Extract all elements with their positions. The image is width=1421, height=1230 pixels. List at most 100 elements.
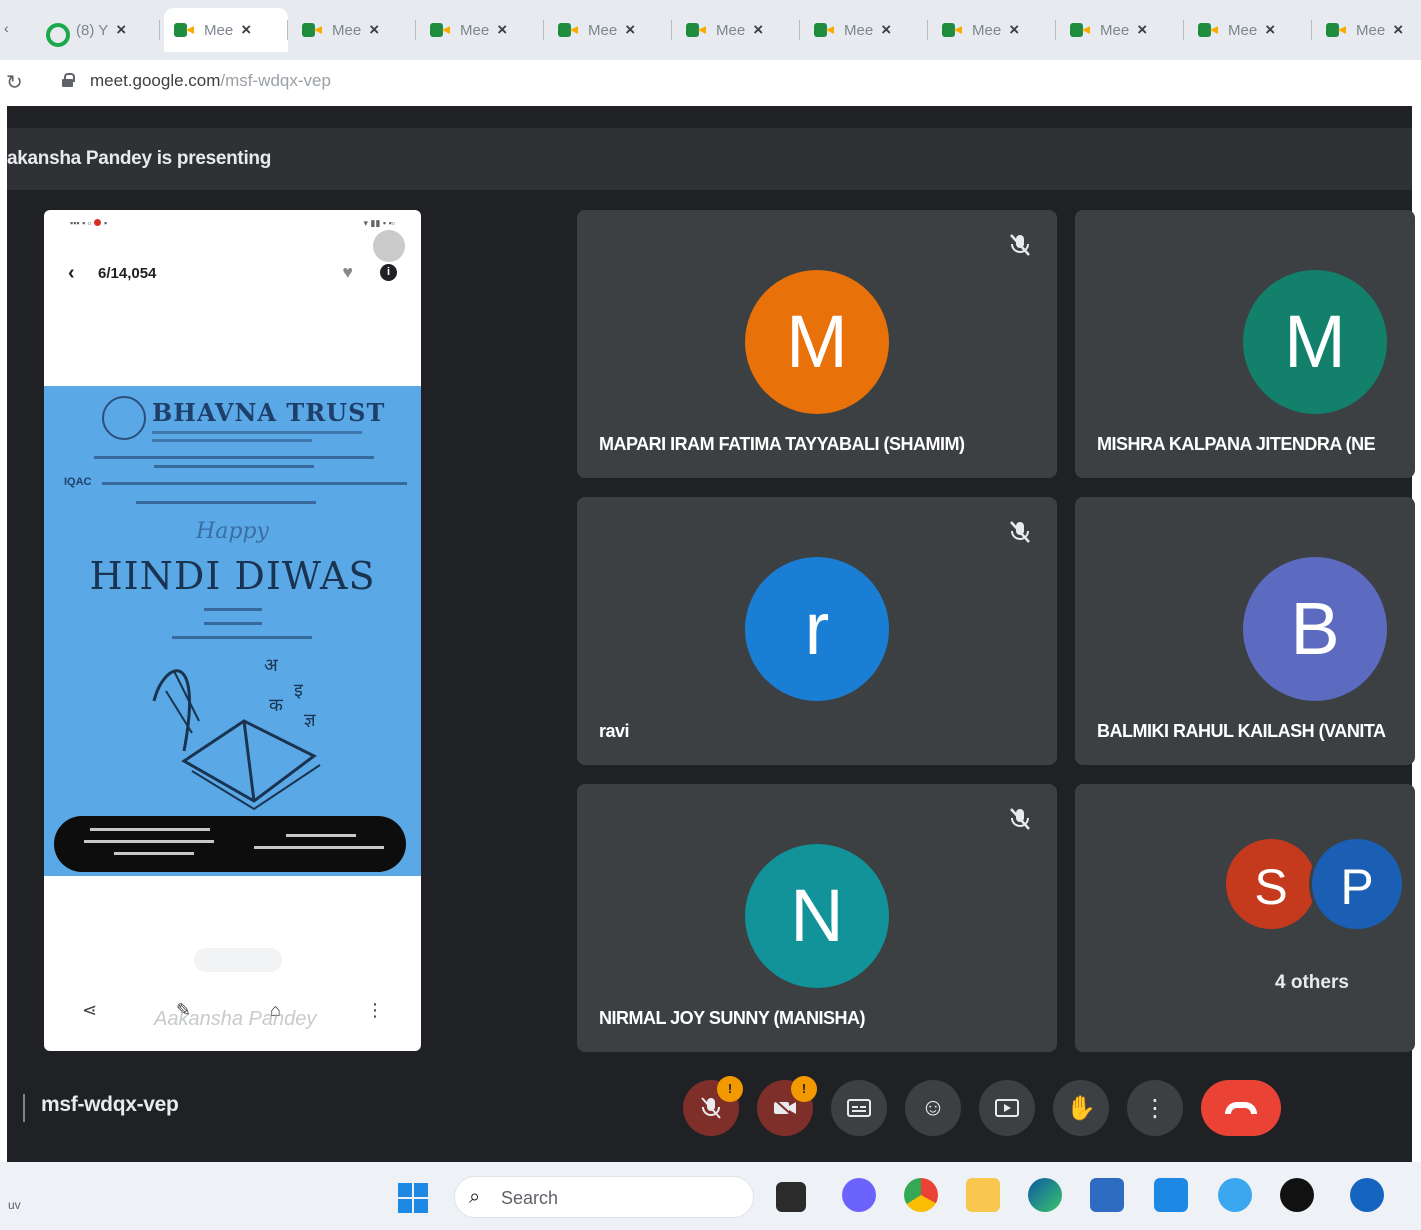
app-icon[interactable] [1280,1178,1314,1212]
end-call-button[interactable] [1201,1080,1281,1136]
tab-scroll-left-icon[interactable]: ‹ [4,20,9,36]
lock-icon[interactable] [62,73,75,87]
presenter-watermark: Aakansha Pandey [154,1008,317,1030]
url-field[interactable]: meet.google.com/msf-wdqx-vep [90,71,331,91]
reload-icon[interactable]: ↻ [6,70,23,95]
browser-tab[interactable]: Mee × [420,8,544,52]
task-view-icon[interactable] [776,1182,806,1212]
camera-button[interactable]: ! [757,1076,817,1136]
url-host: meet.google.com [90,71,221,90]
poster-footer-line [114,852,194,855]
participant-tile[interactable]: r ravi [577,497,1057,765]
participant-avatar: B [1243,557,1387,701]
browser-tab[interactable]: Mee × [932,8,1056,52]
google-meet-icon [430,22,452,38]
captions-button[interactable] [831,1080,887,1136]
mic-muted-icon [1010,808,1030,830]
tab-label: Mee [588,21,618,39]
poster-org-name: BHAVNA TRUST [152,398,386,427]
chat-icon[interactable] [842,1178,876,1212]
info-icon: i [380,264,397,281]
poster-iqac: IQAC [64,476,92,488]
browser-tab[interactable]: Mee × [164,8,288,52]
poster-title: HINDI DIWAS [89,554,376,598]
file-explorer-icon[interactable] [966,1178,1000,1212]
app-icon[interactable] [1218,1178,1252,1212]
trust-logo-icon [102,396,146,440]
reactions-button[interactable]: ☺ [905,1080,961,1136]
taskbar-search[interactable]: ⌕ Search [454,1176,754,1218]
poster-footer-banner [54,816,406,872]
tab-separator [287,20,288,40]
browser-tab[interactable]: Mee × [548,8,672,52]
present-button[interactable] [979,1080,1035,1136]
app-icon[interactable] [1350,1178,1384,1212]
chrome-icon[interactable] [904,1178,938,1212]
browser-tab[interactable]: Mee × [1060,8,1184,52]
gallery-counter: 6/14,054 [98,265,157,282]
others-label: 4 others [1275,972,1349,993]
tab-separator [1183,20,1184,40]
participant-avatar: M [1243,270,1387,414]
browser-tab[interactable]: Mee × [292,8,416,52]
tab-label: Mee [332,21,362,39]
close-icon[interactable]: × [241,20,251,40]
tab-separator [927,20,928,40]
svg-text:क: क [269,695,284,716]
more-options-button[interactable]: ⋮ [1127,1080,1183,1136]
raise-hand-button[interactable]: ✋ [1053,1080,1109,1136]
edge-icon[interactable] [1028,1178,1062,1212]
tab-label: Mee [972,21,1002,39]
emoji-icon: ☺ [920,1094,946,1121]
others-avatar: P [1309,836,1405,932]
close-icon[interactable]: × [369,20,379,40]
participant-tile[interactable]: M MISHRA KALPANA JITENDRA (NE [1075,210,1415,478]
presented-screen: ▪▪▪ ▪ ▫ ▪ ▾ ▮▮ ▪ ▪▫ ‹ 6/14,054 ♥ i BHAVNA… [44,210,421,1051]
tab-label: Mee [1356,21,1386,39]
others-tile[interactable]: SP 4 others [1075,784,1415,1052]
others-avatar: S [1223,836,1319,932]
taskbar-left-text: uv [8,1198,21,1212]
close-icon[interactable]: × [497,20,507,40]
close-icon[interactable]: × [625,20,635,40]
poster-text-line [102,482,407,485]
book-quill-illustration: अ इ क ज्ञ [152,655,321,811]
close-icon[interactable]: × [116,20,126,40]
participant-avatar: r [745,557,889,701]
tab-label: Mee [716,21,746,39]
store-icon[interactable] [1090,1178,1124,1212]
start-logo-pane [414,1183,428,1197]
browser-tab[interactable]: Mee × [1316,8,1421,52]
close-icon[interactable]: × [753,20,763,40]
tab-label: Mee [204,21,234,39]
meet-window: akansha Pandey is presenting ▪▪▪ ▪ ▫ ▪ ▾ … [7,106,1415,1162]
url-path: /msf-wdqx-vep [220,71,331,90]
tab-label: Mee [1100,21,1130,39]
close-icon[interactable]: × [881,20,891,40]
svg-text:ज्ञ: ज्ञ [304,710,316,731]
participant-avatar: M [745,270,889,414]
captions-icon [847,1099,871,1117]
browser-tab[interactable]: (8) Y × [36,8,160,52]
tab-separator [1311,20,1312,40]
close-icon[interactable]: × [1265,20,1275,40]
browser-tab[interactable]: Mee × [804,8,928,52]
participant-tile[interactable]: M MAPARI IRAM FATIMA TAYYABALI (SHAMIM) [577,210,1057,478]
hindi-diwas-poster: BHAVNA TRUST IQAC Happy HINDI DIWAS अ इ … [44,386,421,876]
close-icon[interactable]: × [1393,20,1403,40]
windows-start-icon[interactable] [398,1183,428,1213]
photos-icon[interactable] [1154,1178,1188,1212]
others-avatars: SP [1223,836,1413,936]
poster-footer-line [84,840,214,843]
tab-separator [799,20,800,40]
poster-text-line [94,456,374,459]
close-icon[interactable]: × [1009,20,1019,40]
microphone-button[interactable]: ! [683,1076,743,1136]
start-logo-pane [398,1183,412,1197]
participant-tile[interactable]: N NIRMAL JOY SUNNY (MANISHA) [577,784,1057,1052]
tab-separator [543,20,544,40]
browser-tab[interactable]: Mee × [676,8,800,52]
participant-tile[interactable]: B BALMIKI RAHUL KAILASH (VANITA [1075,497,1415,765]
browser-tab[interactable]: Mee × [1188,8,1312,52]
close-icon[interactable]: × [1137,20,1147,40]
